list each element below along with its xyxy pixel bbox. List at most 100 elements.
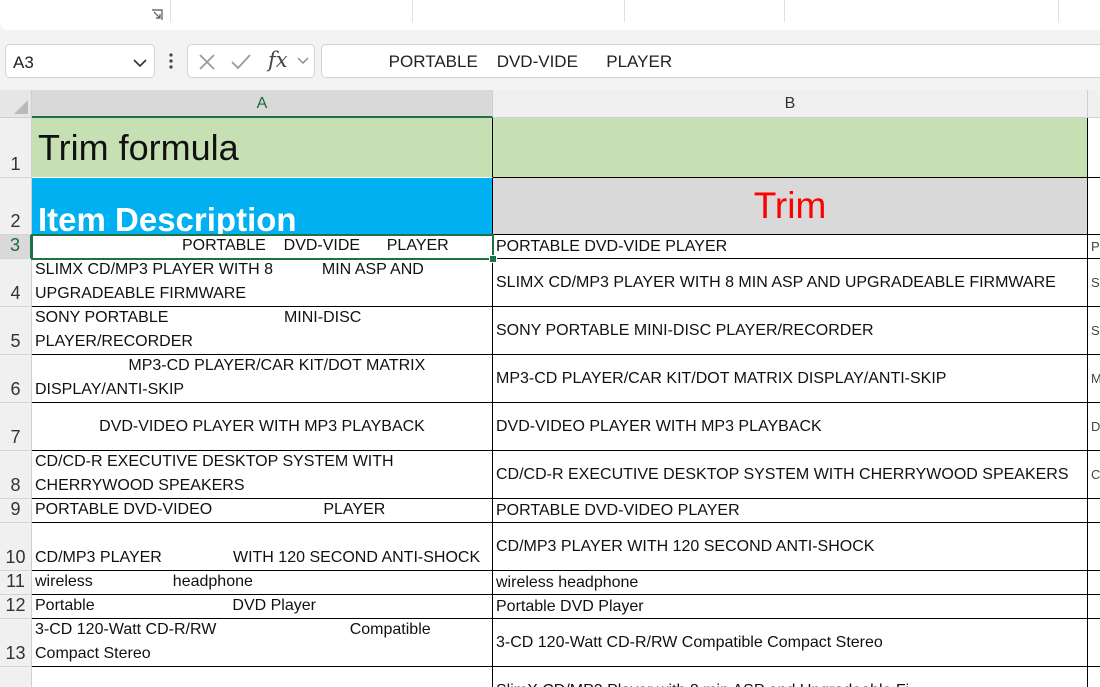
cell-c-text: D xyxy=(1091,418,1100,434)
cell-a[interactable]: 3-CD 120-Watt CD-R/RW Compatible Compact… xyxy=(32,619,493,667)
cell-c[interactable] xyxy=(1088,667,1100,687)
cell-c[interactable]: C xyxy=(1088,451,1100,499)
cell-b[interactable]: CD/MP3 PLAYER WITH 120 SECOND ANTI-SHOCK xyxy=(493,523,1088,571)
cell-a[interactable]: Portable DVD Player xyxy=(32,595,493,619)
cell-a-text: PORTABLE DVD-VIDEO PLAYER xyxy=(35,501,386,518)
cell-c-text: S xyxy=(1091,322,1100,338)
row-header[interactable]: 9 xyxy=(0,499,32,523)
row-header[interactable]: 4 xyxy=(0,259,32,307)
row-header[interactable]: 12 xyxy=(0,595,32,619)
cell-c-text: M xyxy=(1091,355,1100,402)
cell-a[interactable]: SlimX CD/MP3 Player with 8 min ASP and xyxy=(32,667,493,687)
ribbon-separator xyxy=(784,0,785,22)
cell-b[interactable]: Portable DVD Player xyxy=(493,595,1088,619)
cell-c[interactable] xyxy=(1088,499,1100,523)
cell-c[interactable] xyxy=(1088,571,1100,595)
cell-c-text xyxy=(1091,178,1100,234)
cell-b[interactable]: SONY PORTABLE MINI-DISC PLAYER/RECORDER xyxy=(493,307,1088,355)
cell-b[interactable]: MP3-CD PLAYER/CAR KIT/DOT MATRIX DISPLAY… xyxy=(493,355,1088,403)
chevron-down-icon[interactable] xyxy=(296,55,310,67)
cell-b-text: CD/MP3 PLAYER WITH 120 SECOND ANTI-SHOCK xyxy=(496,537,875,555)
row-header[interactable]: 7 xyxy=(0,403,32,451)
column-header-a[interactable]: A xyxy=(32,90,493,118)
cell-a[interactable]: PORTABLE DVD-VIDEO PLAYER xyxy=(32,499,493,523)
row-header[interactable]: 6 xyxy=(0,355,32,403)
cell-a[interactable]: DVD-VIDEO PLAYER WITH MP3 PLAYBACK xyxy=(32,403,493,451)
cell-b-text: DVD-VIDEO PLAYER WITH MP3 PLAYBACK xyxy=(496,417,822,435)
cell-a[interactable]: CD/CD-R EXECUTIVE DESKTOP SYSTEM WITH CH… xyxy=(32,451,493,499)
cell-a-text: PORTABLE DVD-VIDE PLAYER xyxy=(75,237,449,254)
cell-c-text xyxy=(1091,667,1100,687)
column-title-cell[interactable]: Item Description xyxy=(32,178,493,235)
cell-b-text: PORTABLE DVD-VIDE PLAYER xyxy=(496,237,728,255)
cell-b[interactable]: PORTABLE DVD-VIDE PLAYER xyxy=(493,235,1088,259)
cell-b[interactable]: PORTABLE DVD-VIDEO PLAYER xyxy=(493,499,1088,523)
cell-a[interactable]: SONY PORTABLE MINI-DISC PLAYER/RECORDER xyxy=(32,307,493,355)
trim-header-cell[interactable]: Trim xyxy=(493,178,1088,235)
cell-c[interactable] xyxy=(1088,523,1100,571)
cell-c[interactable]: P xyxy=(1088,235,1100,259)
cell-b[interactable]: SlimX CD/MP3 Player with 8 min ASP and U… xyxy=(493,667,1088,687)
column-header-b[interactable]: B xyxy=(493,90,1088,118)
name-box[interactable]: A3 xyxy=(5,44,155,78)
row-header[interactable]: 10 xyxy=(0,523,32,571)
cell-a[interactable]: MP3-CD PLAYER/CAR KIT/DOT MATRIX DISPLAY… xyxy=(32,355,493,403)
cell-a-text: Trim formula xyxy=(38,126,239,168)
cell-c-text: C xyxy=(1091,466,1100,482)
cell-a-text: SLIMX CD/MP3 PLAYER WITH 8 MIN ASP AND U… xyxy=(35,261,429,302)
cell-c-text xyxy=(1091,118,1100,177)
ribbon-separator xyxy=(624,0,625,22)
cell-c[interactable]: S xyxy=(1088,259,1100,307)
cell-b-text: Trim xyxy=(753,185,827,226)
ribbon-panel xyxy=(0,0,1100,30)
cell-c[interactable] xyxy=(1088,178,1100,235)
name-box-value: A3 xyxy=(13,53,34,72)
cell-b-text: SONY PORTABLE MINI-DISC PLAYER/RECORDER xyxy=(496,321,874,339)
cell-a[interactable]: wireless headphone xyxy=(32,571,493,595)
row-header[interactable]: 3 xyxy=(0,235,32,259)
row-header[interactable]: 11 xyxy=(0,571,32,595)
cell-c[interactable] xyxy=(1088,595,1100,619)
select-all-corner[interactable] xyxy=(0,90,32,118)
enter-check-icon[interactable] xyxy=(230,52,252,72)
row-header[interactable]: 8 xyxy=(0,451,32,499)
row-header[interactable]: 1 xyxy=(0,118,32,178)
dialog-launcher-icon[interactable] xyxy=(151,9,163,21)
cell-c[interactable] xyxy=(1088,118,1100,178)
cell-b-text xyxy=(496,118,1084,177)
column-header-c[interactable] xyxy=(1088,90,1100,118)
row-header[interactable]: 2 xyxy=(0,178,32,235)
cell-c[interactable]: S xyxy=(1088,307,1100,355)
cell-b[interactable]: 3-CD 120-Watt CD-R/RW Compatible Compact… xyxy=(493,619,1088,667)
fill-handle[interactable] xyxy=(489,255,497,263)
row-header[interactable]: 13 xyxy=(0,619,32,667)
cell-a[interactable]: CD/MP3 PLAYER WITH 120 SECOND ANTI-SHOCK xyxy=(32,523,493,571)
cancel-icon[interactable] xyxy=(197,52,217,72)
cell-a[interactable]: PORTABLE DVD-VIDE PLAYER xyxy=(32,235,493,259)
cell-b[interactable]: SLIMX CD/MP3 PLAYER WITH 8 MIN ASP AND U… xyxy=(493,259,1088,307)
cell-b[interactable]: wireless headphone xyxy=(493,571,1088,595)
cell-a-text: Portable DVD Player xyxy=(35,597,316,614)
cell-b[interactable]: DVD-VIDEO PLAYER WITH MP3 PLAYBACK xyxy=(493,403,1088,451)
cell-b-text: MP3-CD PLAYER/CAR KIT/DOT MATRIX DISPLAY… xyxy=(496,369,947,387)
chevron-down-icon[interactable] xyxy=(132,55,148,71)
cell-a-text: Item Description xyxy=(38,201,297,235)
cell-a[interactable]: SLIMX CD/MP3 PLAYER WITH 8 MIN ASP AND U… xyxy=(32,259,493,307)
sheet-title-cell[interactable]: Trim formula xyxy=(32,118,493,178)
ribbon-separator xyxy=(412,0,413,22)
row-header[interactable]: 14 xyxy=(0,667,32,687)
cell-b[interactable]: CD/CD-R EXECUTIVE DESKTOP SYSTEM WITH CH… xyxy=(493,451,1088,499)
insert-function-icon[interactable]: fx xyxy=(268,48,288,72)
formula-input[interactable]: PORTABLE DVD-VIDE PLAYER xyxy=(321,44,1100,78)
ribbon-separator xyxy=(170,0,171,22)
cell-b-text: Portable DVD Player xyxy=(496,597,644,615)
row-header[interactable]: 5 xyxy=(0,307,32,355)
more-options-icon[interactable] xyxy=(167,51,175,71)
cell-c[interactable] xyxy=(1088,619,1100,667)
title-filler-cell[interactable] xyxy=(493,118,1088,178)
cell-c[interactable]: M xyxy=(1088,355,1100,403)
cell-a-text: CD/CD-R EXECUTIVE DESKTOP SYSTEM WITH CH… xyxy=(35,453,399,494)
cell-c[interactable]: D xyxy=(1088,403,1100,451)
cell-b-text: SlimX CD/MP3 Player with 8 min ASP and U… xyxy=(496,667,1084,687)
cell-a-text: 3-CD 120-Watt CD-R/RW Compatible Compact… xyxy=(35,621,436,662)
